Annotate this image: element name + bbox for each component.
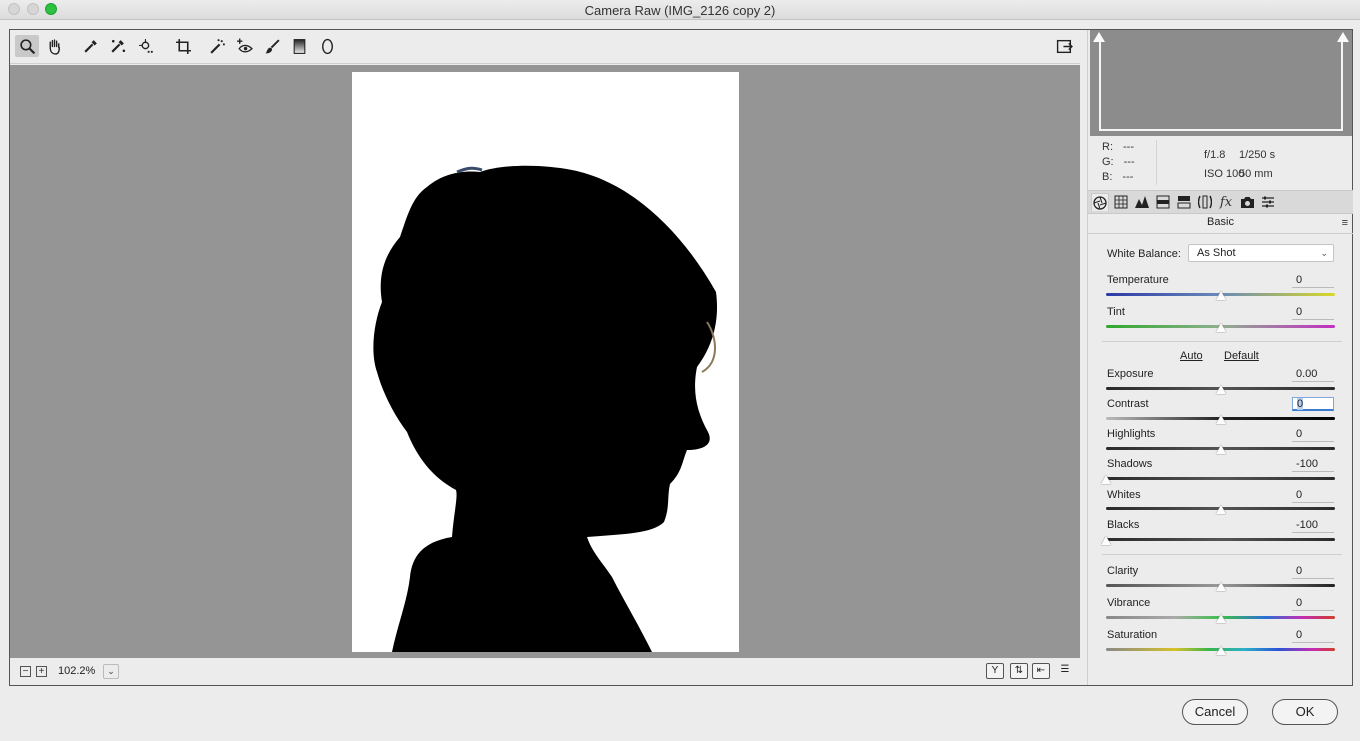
spot-removal-tool-icon[interactable] bbox=[205, 35, 229, 57]
graduated-filter-icon[interactable] bbox=[287, 35, 311, 57]
lens-corrections-tab-icon[interactable] bbox=[1196, 193, 1214, 211]
default-button[interactable]: Default bbox=[1224, 350, 1259, 362]
adjustments-panel: R: --- G: --- B: --- f/1.8 ISO 100 1/250 s … bbox=[1087, 30, 1353, 685]
shadows-slider-thumb[interactable] bbox=[1101, 475, 1111, 484]
r-value: --- bbox=[1123, 141, 1134, 153]
panel-tabs: fx bbox=[1088, 190, 1353, 214]
clarity-slider-thumb[interactable] bbox=[1215, 582, 1226, 591]
hsl-tab-icon[interactable] bbox=[1154, 193, 1172, 211]
b-value: --- bbox=[1122, 171, 1134, 183]
crop-tool-icon[interactable] bbox=[171, 35, 195, 57]
vibrance-slider-thumb[interactable] bbox=[1215, 614, 1226, 623]
section-title: Basic bbox=[1207, 216, 1234, 228]
saturation-label: Saturation bbox=[1107, 629, 1158, 641]
whites-label: Whites bbox=[1107, 489, 1141, 501]
status-bar: − + 102.2% ⌄ Y ⇅ ⇤ ☰ bbox=[10, 658, 1080, 685]
white-balance-tool-icon[interactable] bbox=[78, 35, 102, 57]
color-sampler-tool-icon[interactable] bbox=[105, 35, 129, 57]
histogram bbox=[1090, 30, 1352, 136]
rgb-readout: R: --- G: --- B: --- bbox=[1102, 140, 1135, 185]
white-balance-value: As Shot bbox=[1197, 247, 1236, 259]
zoom-in-button[interactable]: + bbox=[36, 666, 47, 677]
whites-slider-thumb[interactable] bbox=[1215, 505, 1226, 514]
saturation-slider-thumb[interactable] bbox=[1215, 646, 1226, 655]
camera-calibration-tab-icon[interactable] bbox=[1238, 193, 1256, 211]
red-eye-removal-tool-icon[interactable] bbox=[232, 35, 256, 57]
clarity-value[interactable]: 0 bbox=[1292, 565, 1334, 579]
exposure-label: Exposure bbox=[1107, 368, 1154, 380]
exposure-value[interactable]: 0.00 bbox=[1292, 368, 1334, 382]
shadows-slider[interactable] bbox=[1106, 477, 1335, 480]
contrast-value[interactable]: 0 bbox=[1292, 397, 1334, 411]
photo-preview bbox=[352, 72, 739, 652]
toggle-settings-icon[interactable]: ☰ bbox=[1056, 663, 1074, 679]
tint-value[interactable]: 0 bbox=[1292, 306, 1334, 320]
shadow-clipping-warning-icon[interactable] bbox=[1093, 32, 1105, 42]
zoom-out-button[interactable]: − bbox=[20, 666, 31, 677]
window-title: Camera Raw (IMG_2126 copy 2) bbox=[584, 3, 776, 18]
saturation-value[interactable]: 0 bbox=[1292, 629, 1334, 643]
contrast-value-text: 0 bbox=[1297, 398, 1304, 410]
open-preferences-icon[interactable] bbox=[1052, 35, 1076, 57]
contrast-slider-thumb[interactable] bbox=[1215, 415, 1226, 424]
shutter-value: 1/250 s bbox=[1239, 149, 1276, 161]
cancel-button[interactable]: Cancel bbox=[1182, 699, 1248, 725]
blacks-label: Blacks bbox=[1107, 519, 1140, 531]
shadows-value[interactable]: -100 bbox=[1292, 458, 1334, 472]
temperature-slider-thumb[interactable] bbox=[1215, 291, 1226, 300]
focal-length-value: 50 mm bbox=[1239, 168, 1273, 180]
presets-tab-icon[interactable] bbox=[1259, 193, 1277, 211]
contrast-label: Contrast bbox=[1107, 398, 1149, 410]
g-value: --- bbox=[1123, 156, 1135, 168]
vibrance-value[interactable]: 0 bbox=[1292, 597, 1334, 611]
clarity-label: Clarity bbox=[1107, 565, 1139, 577]
detail-tab-icon[interactable] bbox=[1133, 193, 1151, 211]
image-canvas[interactable] bbox=[10, 65, 1080, 658]
blacks-slider-thumb[interactable] bbox=[1101, 536, 1111, 545]
hand-tool-icon[interactable] bbox=[42, 35, 66, 57]
targeted-adjustment-tool-icon[interactable] bbox=[134, 35, 158, 57]
blacks-slider[interactable] bbox=[1106, 538, 1335, 541]
toolbar bbox=[10, 30, 1080, 64]
camera-raw-dialog: − + 102.2% ⌄ Y ⇅ ⇤ ☰ R: --- G: --- B: --- f… bbox=[9, 29, 1353, 686]
effects-tab-icon[interactable]: fx bbox=[1217, 193, 1235, 211]
whites-value[interactable]: 0 bbox=[1292, 489, 1334, 503]
temperature-label: Temperature bbox=[1107, 274, 1169, 286]
exif-right: 1/250 s 50 mm bbox=[1239, 146, 1275, 184]
swap-before-after-icon[interactable]: ⇅ bbox=[1010, 663, 1028, 679]
title-bar: Camera Raw (IMG_2126 copy 2) bbox=[0, 0, 1360, 20]
highlights-value[interactable]: 0 bbox=[1292, 428, 1334, 442]
tint-label: Tint bbox=[1107, 306, 1125, 318]
exposure-slider-thumb[interactable] bbox=[1215, 385, 1226, 394]
temperature-value[interactable]: 0 bbox=[1292, 274, 1334, 288]
adjustment-brush-icon[interactable] bbox=[260, 35, 284, 57]
copy-current-to-before-icon[interactable]: ⇤ bbox=[1032, 663, 1050, 679]
r-label: R: bbox=[1102, 141, 1113, 153]
panel-menu-icon[interactable]: ≡ bbox=[1342, 217, 1348, 229]
highlights-label: Highlights bbox=[1107, 428, 1156, 440]
shadows-label: Shadows bbox=[1107, 458, 1153, 470]
highlight-clipping-warning-icon[interactable] bbox=[1337, 32, 1349, 42]
zoom-tool-icon[interactable] bbox=[15, 35, 39, 57]
split-toning-tab-icon[interactable] bbox=[1175, 193, 1193, 211]
white-balance-select[interactable]: As Shot ⌄ bbox=[1188, 244, 1334, 262]
zoom-dropdown-chevron-icon[interactable]: ⌄ bbox=[103, 664, 119, 679]
g-label: G: bbox=[1102, 156, 1114, 168]
blacks-value[interactable]: -100 bbox=[1292, 519, 1334, 533]
radial-filter-icon[interactable] bbox=[315, 35, 339, 57]
vibrance-label: Vibrance bbox=[1107, 597, 1151, 609]
tint-slider-thumb[interactable] bbox=[1215, 323, 1226, 332]
zoom-level: 102.2% bbox=[58, 665, 96, 677]
b-label: B: bbox=[1102, 171, 1113, 183]
basic-tab-icon[interactable] bbox=[1091, 193, 1109, 211]
silhouette-image bbox=[373, 165, 718, 652]
white-balance-label: White Balance: bbox=[1107, 248, 1181, 260]
ok-button[interactable]: OK bbox=[1272, 699, 1338, 725]
chevron-down-icon: ⌄ bbox=[1320, 248, 1328, 258]
auto-button[interactable]: Auto bbox=[1180, 350, 1203, 362]
tone-curve-tab-icon[interactable] bbox=[1112, 193, 1130, 211]
before-after-view-button[interactable]: Y bbox=[986, 663, 1004, 679]
highlights-slider-thumb[interactable] bbox=[1215, 445, 1226, 454]
